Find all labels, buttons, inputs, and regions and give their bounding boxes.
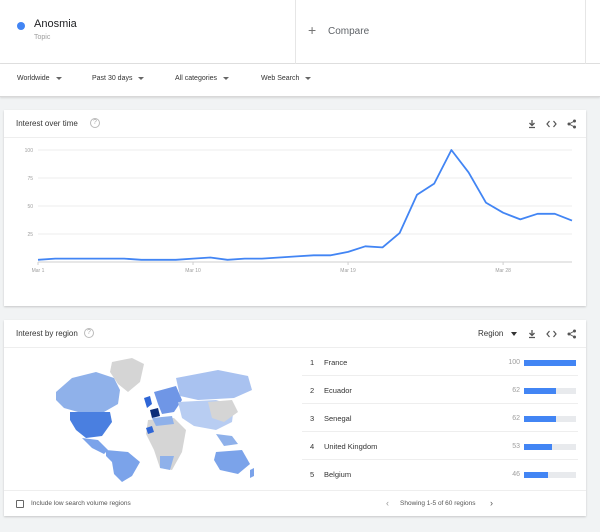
filter-category-label: All categories: [175, 75, 218, 82]
region-row-1[interactable]: 1 France 100: [302, 348, 578, 376]
region-value: 53: [512, 443, 520, 450]
search-term-bar: Anosmia Topic + Compare: [0, 0, 600, 64]
world-map[interactable]: [48, 356, 256, 482]
search-term-card[interactable]: Anosmia Topic: [0, 0, 296, 64]
share-icon[interactable]: [567, 119, 577, 129]
region-selector-label: Region: [478, 329, 504, 338]
region-rank: 2: [310, 386, 315, 395]
interest-by-region-card: Interest by region ? Region 1 France 100…: [4, 320, 586, 516]
filters-bar: Worldwide Past 30 days All categories We…: [0, 64, 600, 97]
region-bar: [524, 360, 576, 366]
map-region-france: [150, 408, 160, 418]
map-region-canada: [56, 372, 120, 412]
embed-icon[interactable]: [546, 329, 557, 339]
region-selector[interactable]: Region: [478, 329, 518, 338]
region-country: United Kingdom: [324, 442, 378, 451]
y-tick-label: 25: [27, 232, 33, 238]
filter-category[interactable]: All categories: [175, 75, 230, 82]
region-country: Belgium: [324, 470, 352, 479]
y-tick-label: 100: [25, 148, 34, 154]
filter-time-range[interactable]: Past 30 days: [92, 75, 145, 82]
region-country: Senegal: [324, 414, 352, 423]
interest-line-chart: 25 50 75 100 Mar 1 Mar 10 Mar 19 Mar 28: [25, 148, 573, 274]
download-icon[interactable]: [527, 329, 537, 339]
region-value: 62: [512, 387, 520, 394]
chevron-right-icon[interactable]: ›: [490, 498, 493, 508]
region-rank: 5: [310, 470, 315, 479]
region-value: 100: [508, 359, 520, 366]
term-name: Anosmia: [34, 18, 77, 30]
filter-time-label: Past 30 days: [92, 75, 133, 82]
help-icon[interactable]: ?: [90, 118, 100, 128]
map-region-southeast-asia: [216, 434, 238, 446]
caret-down-icon: [305, 76, 312, 80]
region-row-5[interactable]: 5 Belgium 46: [302, 460, 578, 488]
region-bar: [524, 472, 576, 478]
term-type: Topic: [34, 34, 51, 41]
low-volume-checkbox[interactable]: [16, 500, 24, 508]
region-rank: 3: [310, 414, 315, 423]
map-region-russia: [176, 370, 252, 400]
share-icon[interactable]: [567, 329, 577, 339]
plus-icon: +: [308, 22, 317, 38]
caret-down-icon: [138, 76, 145, 80]
low-volume-label: Include low search volume regions: [31, 500, 131, 507]
map-region-central-america: [82, 438, 108, 454]
region-rank: 1: [310, 358, 315, 367]
map-region-uk: [144, 396, 152, 408]
region-bar-fill: [524, 444, 552, 450]
map-region-new-zealand: [250, 468, 254, 478]
region-bar: [524, 416, 576, 422]
pager-text: Showing 1-5 of 60 regions: [400, 500, 476, 507]
card-footer-divider: [4, 490, 586, 491]
term-color-dot: [17, 22, 25, 30]
map-region-usa: [70, 412, 112, 438]
region-country: Ecuador: [324, 386, 352, 395]
y-tick-label: 75: [27, 176, 33, 182]
region-row-3[interactable]: 3 Senegal 62: [302, 404, 578, 432]
embed-icon[interactable]: [546, 119, 557, 129]
region-bar-fill: [524, 388, 557, 394]
y-tick-label: 50: [27, 204, 33, 210]
region-row-2[interactable]: 2 Ecuador 62: [302, 376, 578, 404]
region-value: 62: [512, 415, 520, 422]
region-bar-fill: [524, 416, 557, 422]
region-country: France: [324, 358, 348, 367]
x-tick-label: Mar 19: [340, 268, 356, 274]
filter-search-type-label: Web Search: [261, 75, 300, 82]
region-rank: 4: [310, 442, 315, 451]
caret-down-icon: [223, 76, 230, 80]
region-bar: [524, 444, 576, 450]
region-bar: [524, 388, 576, 394]
caret-down-icon: [511, 331, 518, 336]
filter-search-type[interactable]: Web Search: [261, 75, 312, 82]
download-icon[interactable]: [527, 119, 537, 129]
interest-over-time-title: Interest over time: [16, 119, 78, 128]
series-line[interactable]: [37, 149, 573, 261]
region-row-4[interactable]: 4 United Kingdom 53: [302, 432, 578, 460]
map-region-australia: [214, 450, 250, 474]
filter-location[interactable]: Worldwide: [17, 75, 62, 82]
chevron-left-icon[interactable]: ‹: [386, 498, 389, 508]
region-bar-fill: [524, 472, 548, 478]
x-tick-label: Mar 10: [185, 268, 201, 274]
help-icon[interactable]: ?: [84, 328, 94, 338]
interest-over-time-card: Interest over time ? 25 50 75 100 Mar 1 Mar 1…: [4, 110, 586, 306]
interest-by-region-title: Interest by region: [16, 329, 78, 338]
region-bar-fill: [524, 360, 576, 366]
map-region-south-america: [106, 450, 140, 482]
compare-button[interactable]: + Compare: [296, 0, 586, 64]
region-value: 46: [512, 471, 520, 478]
x-tick-label: Mar 1: [32, 268, 45, 274]
filter-location-label: Worldwide: [17, 75, 50, 82]
card-divider: [4, 137, 586, 138]
x-tick-label: Mar 28: [495, 268, 511, 274]
compare-label: Compare: [328, 26, 370, 37]
caret-down-icon: [55, 76, 62, 80]
